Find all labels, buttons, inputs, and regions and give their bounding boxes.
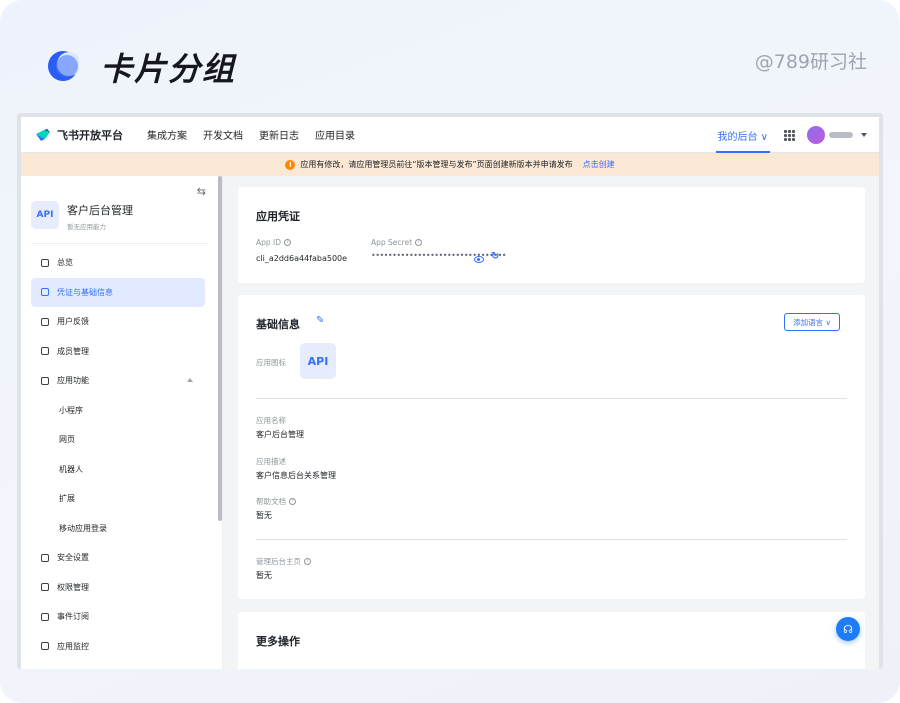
screenshot-frame: 飞书开放平台 集成方案 开发文档 更新日志 应用目录 我的后台 ∨ ! 应用有修… <box>17 113 883 669</box>
feishu-logo-icon <box>36 128 50 141</box>
app-secret-label: App Secret ? <box>371 238 423 247</box>
apps-grid-icon[interactable] <box>784 129 795 141</box>
basic-info-panel: 基础信息 ✎ 添加语言 ∨ 应用图标 API 应用名称 客户后台管理 应用描述 … <box>238 295 865 599</box>
app-icon[interactable]: API <box>300 343 336 379</box>
nav-right: 我的后台 ∨ <box>715 117 880 153</box>
credentials-title: 应用凭证 <box>256 210 300 223</box>
divider <box>31 243 208 244</box>
brand-name: 飞书开放平台 <box>57 128 123 142</box>
logo-icon <box>48 51 79 81</box>
admin-home-label: 管理后台主页 ? <box>256 556 311 567</box>
credentials-panel: 应用凭证 App ID ? cli_a2dd6a44faba500e App S… <box>238 187 865 283</box>
user-name-redacted[interactable] <box>829 132 853 138</box>
sidebar-menu: 总览 凭证与基础信息 用户反馈 成员管理 应用功能 小程序 网页 机器人 扩展 … <box>31 248 205 661</box>
sidebar-item-extension[interactable]: 扩展 <box>31 484 205 514</box>
nav-link-solutions[interactable]: 集成方案 <box>147 127 187 142</box>
sidebar: ⇆ API 客户后台管理 暂无应用能力 总览 凭证与基础信息 用户反馈 成员管理… <box>21 176 223 669</box>
app-desc-label: 应用描述 <box>256 457 286 466</box>
more-actions-title: 更多操作 <box>256 635 300 648</box>
help-icon[interactable]: ? <box>284 239 292 246</box>
watermark: @789研习社 <box>754 51 867 73</box>
nav-link-changelog[interactable]: 更新日志 <box>259 127 299 142</box>
my-console-menu[interactable]: 我的后台 ∨ <box>715 117 771 153</box>
nav-link-docs[interactable]: 开发文档 <box>203 127 243 142</box>
add-language-button[interactable]: 添加语言 ∨ <box>784 313 840 331</box>
page-title: 卡片分组 <box>100 50 237 88</box>
sidebar-item-webpage[interactable]: 网页 <box>31 425 205 455</box>
avatar[interactable] <box>807 126 825 144</box>
collapse-icon[interactable]: ⇆ <box>197 185 206 198</box>
banner-message: 应用有修改，请应用管理员前往“版本管理与发布”页面创建新版本并申请发布 <box>300 160 573 169</box>
help-icon[interactable]: ? <box>304 558 311 565</box>
refresh-icon[interactable]: ↻ <box>491 251 499 262</box>
support-button[interactable]: ☊ <box>836 617 860 641</box>
app-badge: API <box>31 201 59 229</box>
sidebar-item-mobile-login[interactable]: 移动应用登录 <box>31 514 205 544</box>
help-icon[interactable]: ? <box>289 498 296 505</box>
top-nav: 飞书开放平台 集成方案 开发文档 更新日志 应用目录 我的后台 ∨ <box>21 117 879 153</box>
chevron-up-icon <box>187 378 193 382</box>
credential-icon <box>41 288 49 297</box>
nav-link-app-directory[interactable]: 应用目录 <box>315 127 355 142</box>
brand[interactable]: 飞书开放平台 <box>35 127 123 143</box>
app-header: API 客户后台管理 暂无应用能力 <box>31 201 133 231</box>
headset-icon: ☊ <box>843 622 853 636</box>
eye-icon[interactable] <box>474 256 484 263</box>
sidebar-item-security[interactable]: 安全设置 <box>31 543 205 573</box>
app-id-label: App ID ? <box>256 238 292 247</box>
sidebar-item-overview[interactable]: 总览 <box>31 248 205 278</box>
sidebar-item-miniprogram[interactable]: 小程序 <box>31 396 205 426</box>
home-icon <box>41 258 49 267</box>
app-name-label: 应用名称 <box>256 416 286 425</box>
more-actions-panel: 更多操作 <box>238 612 865 669</box>
sidebar-item-features[interactable]: 应用功能 <box>31 366 205 396</box>
sidebar-item-members[interactable]: 成员管理 <box>31 337 205 367</box>
sidebar-item-credentials[interactable]: 凭证与基础信息 <box>31 277 205 307</box>
sidebar-item-permissions[interactable]: 权限管理 <box>31 573 205 603</box>
chart-icon <box>41 642 49 651</box>
app-id-value: cli_a2dd6a44faba500e <box>256 254 348 263</box>
create-version-link[interactable]: 点击创建 <box>583 159 615 170</box>
divider <box>256 398 847 399</box>
help-doc-value: 暂无 <box>256 511 272 520</box>
app-capability: 暂无应用能力 <box>67 223 106 231</box>
sidebar-item-events[interactable]: 事件订阅 <box>31 602 205 632</box>
divider <box>256 539 847 540</box>
notice-banner: ! 应用有修改，请应用管理员前往“版本管理与发布”页面创建新版本并申请发布 点击… <box>21 153 879 176</box>
sidebar-item-monitoring[interactable]: 应用监控 <box>31 632 205 662</box>
shield-icon <box>41 553 49 562</box>
chevron-down-icon[interactable] <box>861 133 867 137</box>
app-name-value: 客户后台管理 <box>256 430 304 439</box>
main-content: 应用凭证 App ID ? cli_a2dd6a44faba500e App S… <box>224 176 879 669</box>
app-window: 飞书开放平台 集成方案 开发文档 更新日志 应用目录 我的后台 ∨ ! 应用有修… <box>21 117 879 669</box>
help-doc-label: 帮助文档 ? <box>256 496 296 507</box>
user-icon <box>41 347 49 356</box>
app-icon-label: 应用图标 <box>256 358 286 367</box>
basic-info-title: 基础信息 <box>256 318 300 331</box>
lock-icon <box>41 583 49 592</box>
edit-icon[interactable]: ✎ <box>316 315 324 326</box>
help-icon[interactable]: ? <box>415 239 423 246</box>
app-name: 客户后台管理 <box>67 204 133 217</box>
app-secret-value: •••••••••••••••••••••••••••••••• <box>371 251 507 260</box>
event-icon <box>41 612 49 621</box>
app-desc-value: 客户信息后台关系管理 <box>256 471 336 480</box>
sidebar-item-feedback[interactable]: 用户反馈 <box>31 307 205 337</box>
warning-icon: ! <box>285 159 296 170</box>
nav-links: 集成方案 开发文档 更新日志 应用目录 <box>147 127 371 142</box>
sidebar-scrollbar[interactable] <box>218 176 222 521</box>
apps-icon <box>41 376 49 385</box>
feedback-icon <box>41 317 49 326</box>
sidebar-item-bot[interactable]: 机器人 <box>31 455 205 485</box>
admin-home-value: 暂无 <box>256 571 272 580</box>
